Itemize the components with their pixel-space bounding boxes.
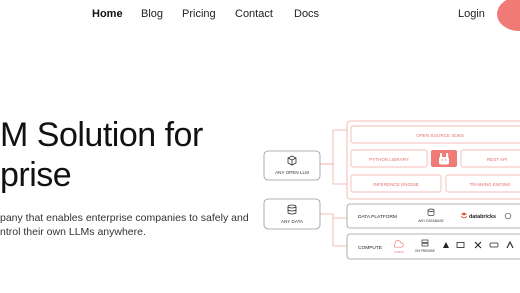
architecture-diagram: ANY OPEN LLM ANY DATA OPEN SOURCE SDKS P… [263,120,520,260]
inference-engine-label: INFERENCE ENGINE [373,182,418,187]
rest-api-label: REST API [487,157,508,162]
databricks-label: databricks [469,214,496,220]
any-database-label: ANY DATABASE [418,219,444,223]
diagram-connectors [320,129,347,247]
data-platform-label: DATA PLATFORM [358,214,397,220]
any-open-llm-box: ANY OPEN LLM [263,150,321,181]
any-open-llm-label: ANY OPEN LLM [275,170,309,175]
compute-label: COMPUTE [358,245,382,251]
cloud-label: LAMINI [394,250,404,254]
open-source-sdks-label: OPEN SOURCE SDKS [416,133,464,138]
training-engine-label: TRAINING ENGINE [470,182,511,187]
on-premise-label: ON PREMISE [415,249,435,253]
python-library-label: PYTHON LIBRARY [369,157,409,162]
any-data-box: ANY DATA [263,198,321,230]
any-data-label: ANY DATA [281,219,304,224]
